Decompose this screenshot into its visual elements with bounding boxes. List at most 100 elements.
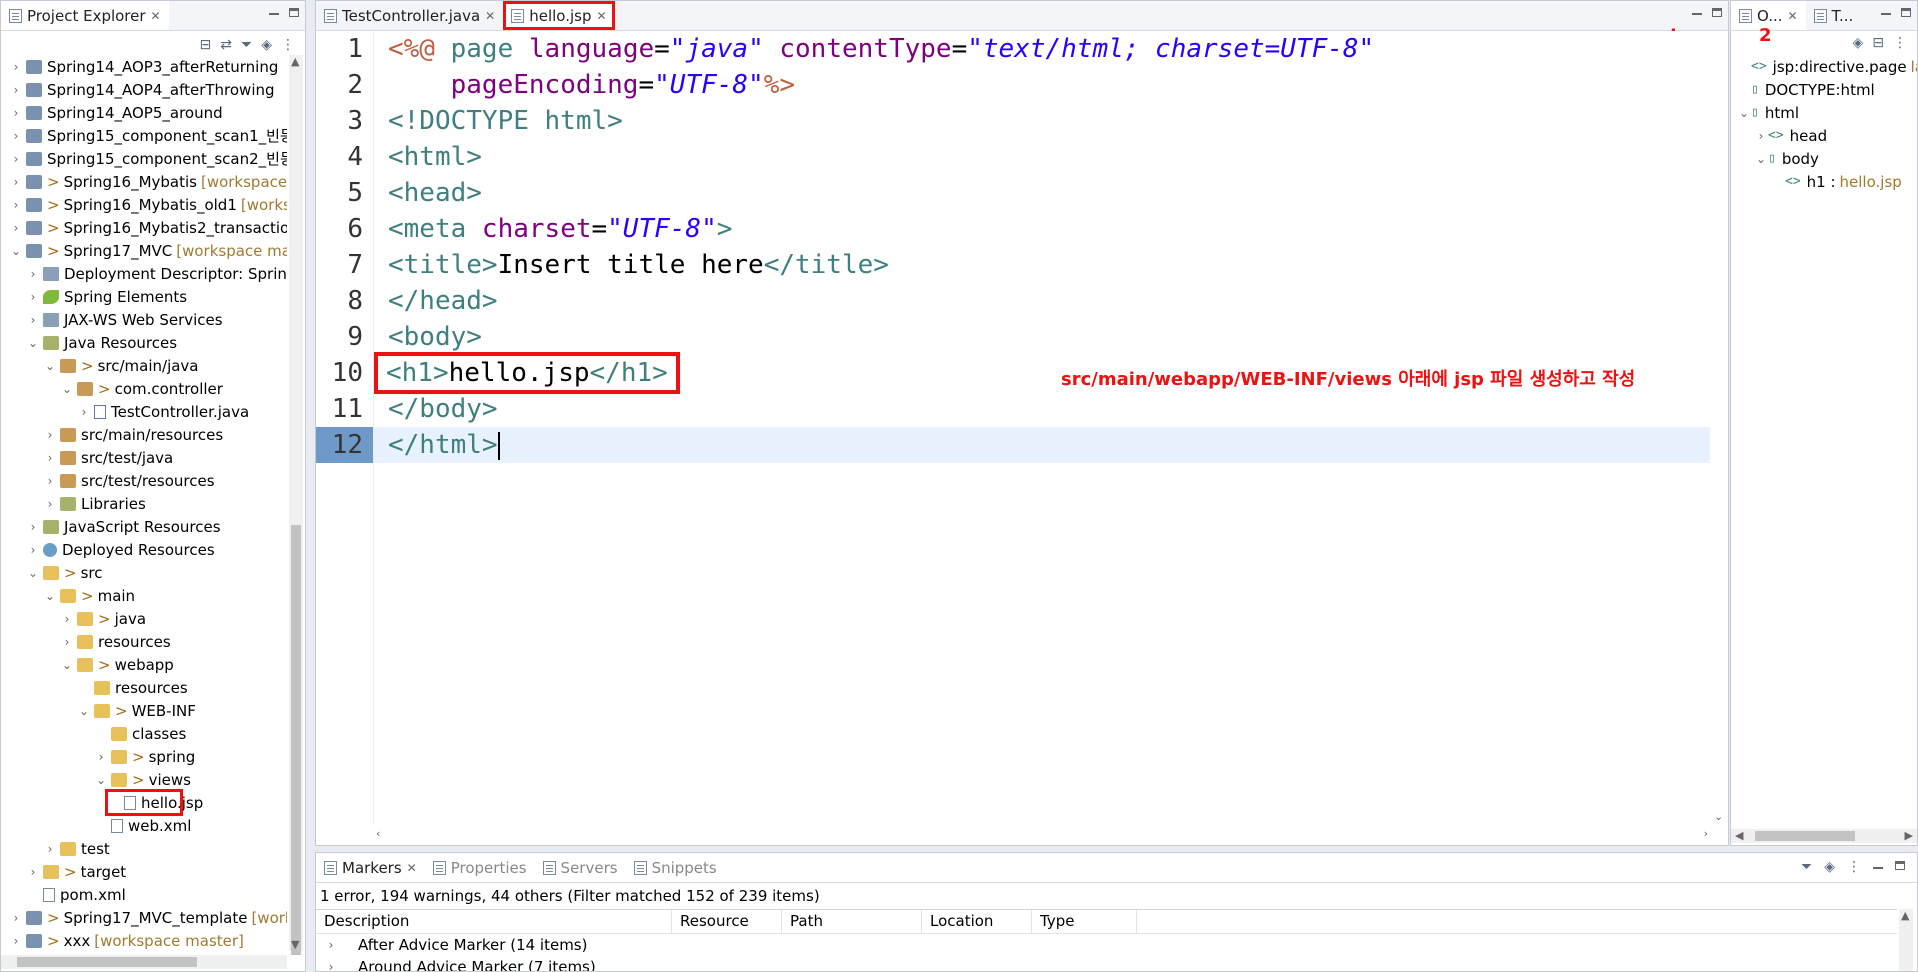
code-line[interactable]: <body> bbox=[374, 319, 1710, 355]
column-resource[interactable]: Resource bbox=[672, 910, 782, 933]
scroll-right-icon[interactable]: ▶ bbox=[1905, 829, 1913, 842]
markers-vertical-scrollbar[interactable]: ▲ bbox=[1899, 909, 1913, 971]
chevron-right-icon[interactable]: › bbox=[43, 428, 57, 442]
close-icon[interactable]: ✕ bbox=[485, 9, 495, 23]
tree-item[interactable]: ⌄ > src/main/java bbox=[1, 354, 287, 377]
tree-item[interactable]: pom.xml bbox=[1, 883, 287, 906]
scroll-left-icon[interactable]: ◀ bbox=[1735, 829, 1743, 842]
scroll-down-icon[interactable]: ▼ bbox=[291, 938, 299, 951]
code-line[interactable]: <head> bbox=[374, 175, 1710, 211]
tree-item[interactable]: › TestController.java bbox=[1, 400, 287, 423]
view-menu-icon[interactable]: ⋮ bbox=[1893, 35, 1907, 51]
tab-testcontroller-java[interactable]: TestController.java ✕ bbox=[316, 1, 503, 30]
view-menu-icon[interactable]: ⋮ bbox=[281, 37, 295, 53]
chevron-right-icon[interactable]: › bbox=[1754, 129, 1768, 143]
explorer-horizontal-scrollbar[interactable] bbox=[1, 955, 287, 969]
chevron-down-icon[interactable]: ⌄ bbox=[94, 773, 108, 787]
chevron-down-icon[interactable]: ⌄ bbox=[1737, 106, 1751, 120]
minimize-icon[interactable] bbox=[269, 13, 279, 15]
chevron-right-icon[interactable]: › bbox=[324, 960, 338, 971]
tab-properties[interactable]: Properties bbox=[425, 853, 535, 882]
chevron-right-icon[interactable]: › bbox=[26, 290, 40, 304]
editor-vertical-scrollbar[interactable]: ⌄ bbox=[1712, 31, 1726, 825]
outline-item[interactable]: ⌄ ▯ html bbox=[1731, 101, 1917, 124]
editor-horizontal-scrollbar[interactable]: ‹ › bbox=[374, 827, 1710, 841]
maximize-icon[interactable] bbox=[1901, 8, 1911, 17]
tree-item[interactable]: › Spring15_component_scan1_빈등록 bbox=[1, 124, 287, 147]
collapse-all-icon[interactable]: ⊟ bbox=[1872, 35, 1884, 51]
tree-item[interactable]: › JavaScript Resources bbox=[1, 515, 287, 538]
chevron-right-icon[interactable]: › bbox=[9, 221, 23, 235]
tree-item[interactable]: ⌄ > webapp bbox=[1, 653, 287, 676]
chevron-right-icon[interactable]: › bbox=[26, 313, 40, 327]
tree-item[interactable]: classes bbox=[1, 722, 287, 745]
tree-item[interactable]: › Spring Elements bbox=[1, 285, 287, 308]
filter-icon[interactable]: ⏷ bbox=[241, 37, 252, 53]
tab-project-explorer[interactable]: Project Explorer ✕ bbox=[1, 1, 169, 30]
tab-markers[interactable]: Markers ✕ bbox=[316, 853, 425, 882]
chevron-right-icon[interactable]: › bbox=[26, 520, 40, 534]
marker-row[interactable]: › After Advice Marker (14 items) bbox=[316, 934, 1897, 956]
tree-item[interactable]: web.xml bbox=[1, 814, 287, 837]
tree-item[interactable]: ⌄ > WEB-INF bbox=[1, 699, 287, 722]
chevron-right-icon[interactable]: › bbox=[43, 497, 57, 511]
outline-item[interactable]: ▯ DOCTYPE:html bbox=[1731, 78, 1917, 101]
tree-item[interactable]: › Spring14_AOP4_afterThrowing bbox=[1, 78, 287, 101]
tree-item[interactable]: › src/test/resources bbox=[1, 469, 287, 492]
filter-icon[interactable]: ⏷ bbox=[1801, 859, 1812, 875]
tab-snippets[interactable]: Snippets bbox=[626, 853, 725, 882]
chevron-down-icon[interactable]: ⌄ bbox=[1754, 152, 1768, 166]
tree-item[interactable]: › src/main/resources bbox=[1, 423, 287, 446]
link-editor-icon[interactable]: ⇄ bbox=[220, 37, 232, 53]
code-line[interactable]: <meta charset="UTF-8"> bbox=[374, 211, 1710, 247]
tree-item[interactable]: › > spring bbox=[1, 745, 287, 768]
chevron-right-icon[interactable]: › bbox=[9, 198, 23, 212]
tab-task-list[interactable]: T... bbox=[1806, 1, 1862, 30]
view-menu-icon[interactable]: ⋮ bbox=[1847, 859, 1861, 875]
chevron-right-icon[interactable]: › bbox=[9, 60, 23, 74]
chevron-right-icon[interactable]: › bbox=[43, 451, 57, 465]
chevron-right-icon[interactable]: › bbox=[43, 474, 57, 488]
minimize-icon[interactable] bbox=[1692, 13, 1702, 15]
chevron-down-icon[interactable]: ⌄ bbox=[43, 359, 57, 373]
code-line[interactable]: <%@ page language="java" contentType="te… bbox=[374, 31, 1710, 67]
tree-item[interactable]: › resources bbox=[1, 630, 287, 653]
scroll-left-icon[interactable]: ‹ bbox=[376, 827, 380, 840]
chevron-right-icon[interactable]: › bbox=[26, 267, 40, 281]
code-line[interactable]: </head> bbox=[374, 283, 1710, 319]
code-line[interactable]: <html> bbox=[374, 139, 1710, 175]
maximize-icon[interactable] bbox=[1712, 8, 1722, 17]
outline-horizontal-scrollbar[interactable]: ◀ ▶ bbox=[1731, 829, 1917, 843]
code-line[interactable]: </body> bbox=[374, 391, 1710, 427]
chevron-right-icon[interactable]: › bbox=[43, 842, 57, 856]
close-icon[interactable]: ✕ bbox=[407, 861, 417, 875]
code-line[interactable]: pageEncoding="UTF-8"%> bbox=[374, 67, 1710, 103]
outline-item[interactable]: › <> head bbox=[1731, 124, 1917, 147]
chevron-down-icon[interactable]: ⌄ bbox=[9, 244, 23, 258]
tree-item[interactable]: › Libraries bbox=[1, 492, 287, 515]
tree-item[interactable]: › JAX-WS Web Services bbox=[1, 308, 287, 331]
outline-item[interactable]: ⌄ ▯ body bbox=[1731, 147, 1917, 170]
tree-item[interactable]: › Spring15_component_scan2_빈등록 bbox=[1, 147, 287, 170]
scroll-down-icon[interactable]: ⌄ bbox=[1714, 810, 1723, 823]
marker-row[interactable]: › Around Advice Marker (7 items) bbox=[316, 956, 1897, 971]
explorer-hscroll-thumb[interactable] bbox=[17, 957, 197, 967]
tree-item[interactable]: › >Spring16_Mybatis[workspace ma bbox=[1, 170, 287, 193]
explorer-vertical-scrollbar[interactable]: ▲ ▼ bbox=[289, 55, 303, 955]
column-type[interactable]: Type bbox=[1032, 910, 1137, 933]
tree-item[interactable]: ⌄ > src bbox=[1, 561, 287, 584]
focus-icon[interactable]: ◈ bbox=[1824, 859, 1835, 875]
tree-item[interactable]: hello.jsp bbox=[105, 789, 203, 816]
maximize-icon[interactable] bbox=[289, 8, 299, 17]
close-icon[interactable]: ✕ bbox=[1788, 9, 1798, 23]
tree-item[interactable]: › Spring14_AOP5_around bbox=[1, 101, 287, 124]
chevron-right-icon[interactable]: › bbox=[324, 938, 338, 952]
tree-item[interactable]: › > target bbox=[1, 860, 287, 883]
tree-item[interactable]: › > java bbox=[1, 607, 287, 630]
tree-item[interactable]: › >Spring16_Mybatis_old1[workspac bbox=[1, 193, 287, 216]
chevron-right-icon[interactable]: › bbox=[9, 106, 23, 120]
chevron-right-icon[interactable]: › bbox=[9, 152, 23, 166]
close-icon[interactable]: ✕ bbox=[596, 9, 606, 23]
chevron-right-icon[interactable]: › bbox=[9, 129, 23, 143]
chevron-right-icon[interactable]: › bbox=[60, 612, 74, 626]
